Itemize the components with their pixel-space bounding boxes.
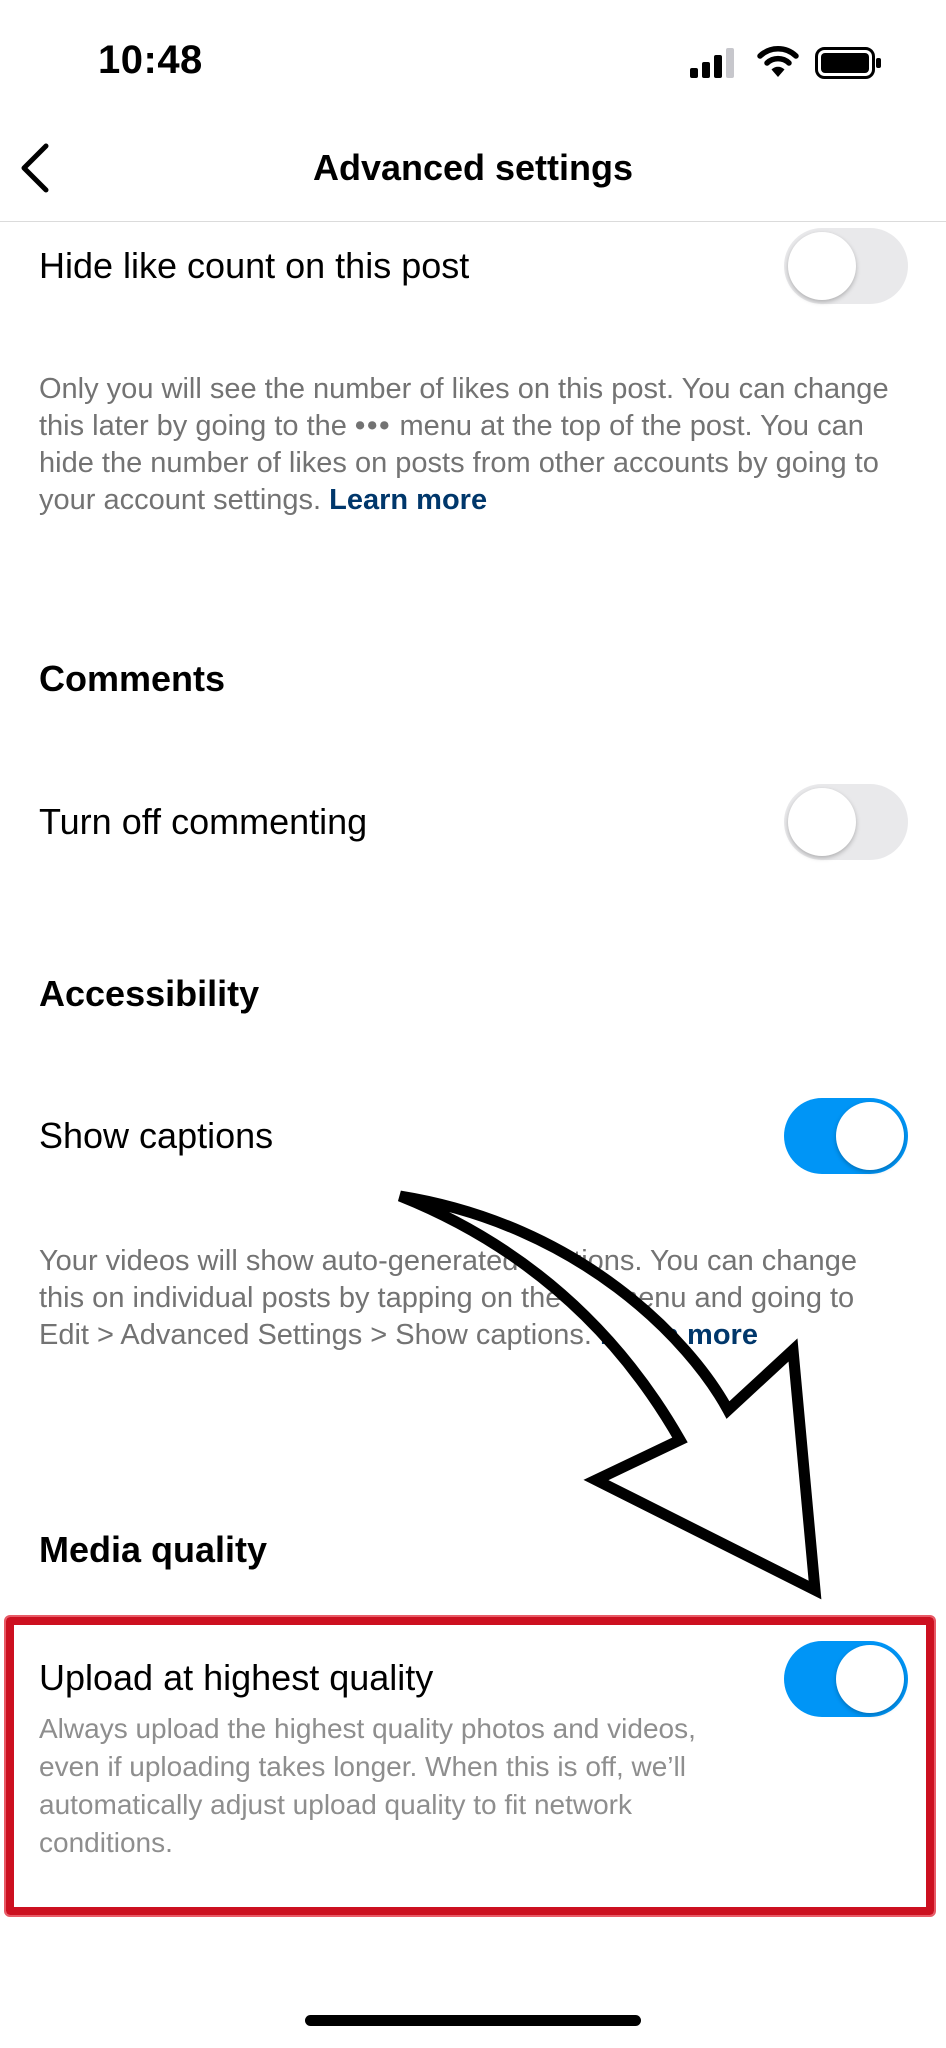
media-quality-section-title: Media quality bbox=[39, 1529, 268, 1570]
toggle-knob bbox=[788, 788, 856, 856]
hide-like-count-label: Hide like count on this post bbox=[39, 245, 470, 286]
toggle-knob bbox=[788, 232, 856, 300]
home-indicator bbox=[305, 2015, 641, 2026]
show-captions-description: Your videos will show auto-generated cap… bbox=[39, 1243, 909, 1354]
battery-icon bbox=[815, 47, 881, 79]
upload-highest-quality-description: Always upload the highest quality photos… bbox=[39, 1713, 696, 1858]
hide-like-count-description: Only you will see the number of likes on… bbox=[39, 371, 909, 519]
header-divider bbox=[0, 221, 946, 222]
more-options-dots-icon: ••• bbox=[569, 1282, 606, 1314]
status-time: 10:48 bbox=[98, 38, 203, 82]
show-captions-label: Show captions bbox=[39, 1115, 274, 1156]
accessibility-section-title: Accessibility bbox=[39, 973, 260, 1014]
more-options-dots-icon: ••• bbox=[354, 410, 392, 442]
turn-off-commenting-label: Turn off commenting bbox=[39, 801, 368, 842]
learn-more-link[interactable]: Learn more bbox=[600, 1319, 758, 1351]
cellular-signal-icon bbox=[690, 48, 738, 78]
hide-like-count-toggle[interactable] bbox=[784, 228, 908, 304]
page-title: Advanced settings bbox=[312, 147, 634, 188]
toggle-knob bbox=[836, 1645, 904, 1713]
upload-highest-quality-toggle[interactable] bbox=[784, 1641, 908, 1717]
wifi-icon bbox=[757, 46, 799, 77]
learn-more-link[interactable]: Learn more bbox=[329, 484, 487, 516]
toggle-knob bbox=[836, 1102, 904, 1170]
comments-section-title: Comments bbox=[39, 658, 226, 699]
turn-off-commenting-toggle[interactable] bbox=[784, 784, 908, 860]
upload-highest-quality-label: Upload at highest quality bbox=[39, 1657, 434, 1698]
show-captions-toggle[interactable] bbox=[784, 1098, 908, 1174]
